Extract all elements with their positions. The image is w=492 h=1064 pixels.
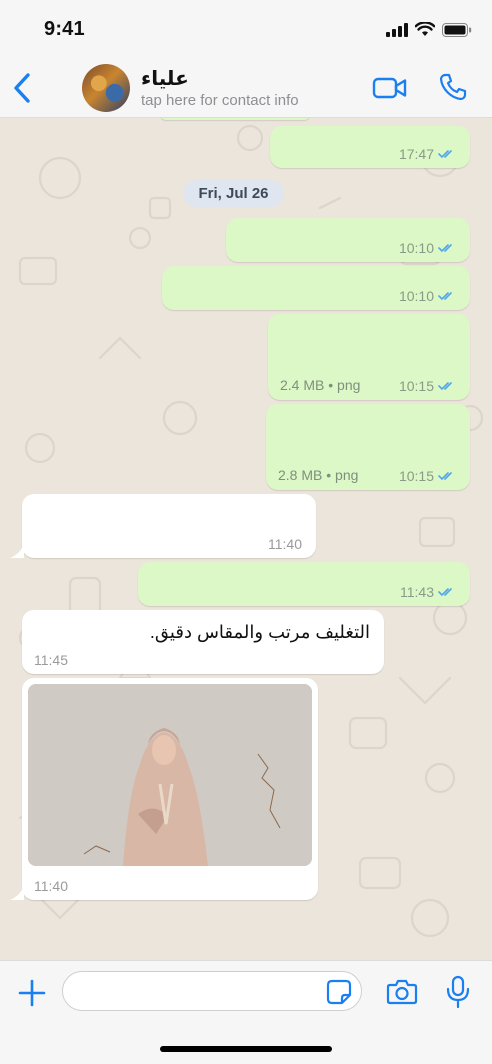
photo-attachment[interactable] <box>28 684 312 866</box>
message-time: 11:40 <box>34 878 68 894</box>
contact-name[interactable]: علياء <box>141 66 189 91</box>
message-meta: 10:10 <box>399 240 456 256</box>
attach-button[interactable] <box>18 979 46 1007</box>
read-receipt-icon <box>438 588 452 597</box>
file-type: png <box>337 377 361 393</box>
bubble-tail <box>10 544 24 558</box>
message-time: 11:40 <box>268 536 302 552</box>
read-receipt-icon <box>438 382 452 391</box>
video-camera-icon <box>372 77 407 99</box>
message-bubble-outgoing[interactable] <box>160 118 310 120</box>
avatar[interactable] <box>82 64 130 112</box>
camera-icon <box>386 979 418 1005</box>
message-meta: 11:43 <box>400 584 456 600</box>
contact-info-hint[interactable]: tap here for contact info <box>141 92 299 109</box>
bubble-tail <box>10 886 24 900</box>
status-bar: 9:41 <box>0 0 492 58</box>
message-bubble-incoming[interactable]: التغليف مرتب والمقاس دقيق. 11:45 <box>22 610 384 674</box>
plus-icon <box>18 979 46 1007</box>
message-time: 11:45 <box>34 652 68 668</box>
message-meta: 10:10 <box>399 288 456 304</box>
sticker-icon <box>326 979 352 1005</box>
file-type: png <box>335 467 359 483</box>
voice-call-button[interactable] <box>438 72 468 102</box>
message-bubble-outgoing[interactable]: 10:10 <box>162 266 470 310</box>
file-info: 2.8 MB • png <box>278 467 358 483</box>
file-separator: • <box>328 377 334 393</box>
file-size: 2.4 MB <box>280 377 325 393</box>
status-time: 9:41 <box>44 18 85 40</box>
message-time: 10:10 <box>398 240 434 256</box>
message-meta: 10:15 <box>399 378 456 394</box>
file-info: 2.4 MB • png <box>280 377 360 393</box>
image-message-bubble[interactable]: 11:40 <box>22 678 318 900</box>
phone-icon <box>439 73 467 101</box>
message-time: 10:10 <box>398 288 434 304</box>
message-meta: 17:47 <box>399 146 456 162</box>
read-receipt-icon <box>438 244 452 253</box>
chat-header: علياء tap here for contact info <box>0 58 492 118</box>
file-separator: • <box>326 467 332 483</box>
message-time: 11:43 <box>400 584 434 600</box>
message-bubble-outgoing[interactable]: 17:47 <box>270 126 470 168</box>
cellular-signal-icon <box>386 22 408 37</box>
read-receipt-icon <box>438 472 452 481</box>
message-meta: 10:15 <box>399 468 456 484</box>
home-indicator[interactable] <box>160 1046 332 1052</box>
file-size: 2.8 MB <box>278 467 323 483</box>
chevron-left-icon <box>14 73 30 103</box>
message-bubble-outgoing[interactable]: 10:10 <box>226 218 470 262</box>
message-time: 10:15 <box>398 468 434 484</box>
read-receipt-icon <box>438 150 452 159</box>
status-icons <box>386 22 472 37</box>
message-meta: 11:40 <box>268 536 302 552</box>
file-message-bubble[interactable]: 2.4 MB • png 10:15 <box>268 314 470 400</box>
wifi-icon <box>415 22 435 36</box>
chat-area[interactable]: 17:47 Fri, Jul 26 10:10 10:10 2.4 MB • p… <box>0 118 492 960</box>
message-input[interactable] <box>62 971 362 1011</box>
read-receipt-icon <box>438 292 452 301</box>
message-time: 17:47 <box>398 146 434 162</box>
message-time: 10:15 <box>398 378 434 394</box>
back-button[interactable] <box>10 72 36 104</box>
microphone-icon <box>446 975 470 1009</box>
date-separator: Fri, Jul 26 <box>183 180 284 207</box>
battery-icon <box>442 22 472 37</box>
message-bubble-incoming[interactable]: 11:40 <box>22 494 316 558</box>
video-call-button[interactable] <box>372 76 408 100</box>
message-text: التغليف مرتب والمقاس دقيق. <box>149 622 370 642</box>
photo-woman-in-hijab <box>28 684 312 866</box>
sticker-button[interactable] <box>326 979 352 1005</box>
file-message-bubble[interactable]: 2.8 MB • png 10:15 <box>266 404 470 490</box>
camera-button[interactable] <box>386 978 418 1006</box>
microphone-button[interactable] <box>446 975 470 1009</box>
message-bubble-outgoing[interactable]: 11:43 <box>138 562 470 606</box>
